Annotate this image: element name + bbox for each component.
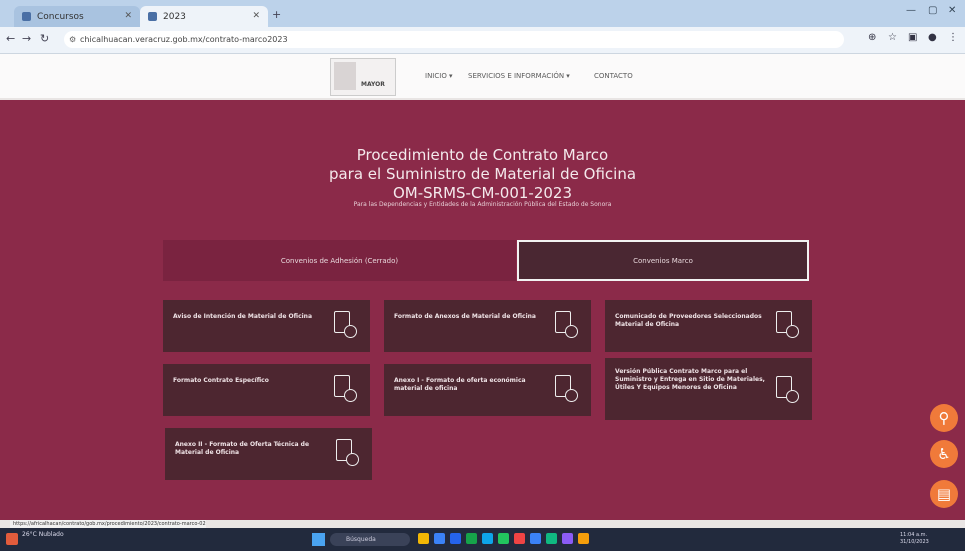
app-icon[interactable] (562, 533, 573, 544)
logo-text: MAYOR (361, 81, 385, 88)
site-info-icon[interactable]: ⚙ (69, 31, 76, 48)
weather-text: 26°C Nublado (22, 531, 64, 538)
forward-icon[interactable]: → (22, 32, 31, 45)
document-download-icon (555, 311, 578, 338)
document-download-icon (776, 376, 799, 403)
menu-icon[interactable]: ⋮ (948, 32, 958, 43)
file-explorer-icon[interactable] (418, 533, 429, 544)
new-tab-icon[interactable]: + (272, 8, 281, 21)
menu-item-inicio[interactable]: INICIO ▾ (425, 72, 453, 80)
card-label: Anexo II - Formato de Oferta Técnica de … (175, 441, 310, 456)
maximize-icon[interactable]: ▢ (928, 5, 937, 16)
site-header: MAYOR INICIO ▾ SERVICIOS E INFORMACIÓN ▾… (0, 54, 965, 98)
start-icon[interactable] (312, 533, 325, 546)
document-card[interactable]: Anexo II - Formato de Oferta Técnica de … (165, 428, 372, 480)
card-label: Versión Pública Contrato Marco para el S… (615, 368, 765, 391)
page-title-line-3: OM-SRMS-CM-001-2023 (392, 184, 573, 202)
url-text: chicalhuacan.veracruz.gob.mx/contrato-ma… (80, 35, 288, 44)
document-download-icon (776, 311, 799, 338)
document-card[interactable]: Formato de Anexos de Material de Oficina (384, 300, 591, 352)
card-label: Comunicado de Proveedores Seleccionados … (615, 313, 762, 328)
tab-label: 2023 (163, 11, 186, 22)
clock[interactable]: 11:04 a.m. 31/10/2023 (900, 532, 929, 546)
reload-icon[interactable]: ↻ (40, 32, 49, 45)
menu-item-contacto[interactable]: CONTACTO (594, 72, 633, 80)
close-tab-icon[interactable]: ✕ (252, 11, 260, 21)
minimize-icon[interactable]: — (906, 5, 916, 16)
tab-convenios-adhesion[interactable]: Convenios de Adhesión (Cerrado) (163, 240, 516, 281)
profile-icon[interactable]: ● (928, 32, 937, 43)
close-window-icon[interactable]: ✕ (948, 5, 956, 16)
app-icon[interactable] (434, 533, 445, 544)
tab-label: Concursos (37, 11, 84, 22)
page-subtitle: Para las Dependencias y Entidades de la … (353, 201, 612, 208)
taskbar: 26°C Nublado Búsqueda 11:04 a.m. 31/10/2… (0, 528, 965, 551)
site-logo[interactable]: MAYOR (330, 58, 396, 96)
app-icon[interactable] (578, 533, 589, 544)
card-label: Anexo I - Formato de oferta económica ma… (394, 377, 526, 392)
app-icon[interactable] (450, 533, 461, 544)
app-icon[interactable] (530, 533, 541, 544)
document-card[interactable]: Aviso de Intención de Material de Oficin… (163, 300, 370, 352)
favicon-icon (22, 12, 31, 21)
page-title-line-1: Procedimiento de Contrato Marco (356, 146, 609, 164)
app-icon[interactable] (514, 533, 525, 544)
seal-icon (334, 62, 356, 90)
app-icon[interactable] (466, 533, 477, 544)
app-icon[interactable] (498, 533, 509, 544)
zoom-icon[interactable]: ⊕ (868, 32, 876, 43)
taskbar-apps (418, 533, 589, 544)
extensions-icon[interactable]: ▣ (908, 32, 917, 43)
accessibility-icon[interactable]: ♿ (930, 440, 958, 468)
document-card[interactable]: Comunicado de Proveedores Seleccionados … (605, 300, 812, 352)
hero-section: Procedimiento de Contrato Marco para el … (0, 100, 965, 520)
search-icon[interactable]: ⚲ (930, 404, 958, 432)
taskbar-search[interactable]: Búsqueda (330, 533, 410, 546)
app-icon[interactable] (546, 533, 557, 544)
document-download-icon (334, 311, 357, 338)
card-label: Formato Contrato Específico (173, 377, 269, 384)
document-card[interactable]: Formato Contrato Específico (163, 364, 370, 416)
favicon-icon (148, 12, 157, 21)
document-download-icon (336, 439, 359, 466)
tab-convenios-marco[interactable]: Convenios Marco (517, 240, 809, 281)
status-url: https://africalhacan/contrato/gob.mx/pro… (10, 520, 206, 528)
page-title-line-2: para el Suministro de Material de Oficin… (328, 165, 637, 183)
url-field[interactable]: ⚙ chicalhuacan.veracruz.gob.mx/contrato-… (64, 31, 844, 48)
bookmark-icon[interactable]: ☆ (888, 32, 897, 43)
card-label: Formato de Anexos de Material de Oficina (394, 313, 536, 320)
app-icon[interactable] (482, 533, 493, 544)
address-bar-row: ← → ↻ ⚙ chicalhuacan.veracruz.gob.mx/con… (0, 27, 965, 54)
back-icon[interactable]: ← (6, 32, 15, 45)
browser-tab-2[interactable]: 2023 ✕ (140, 6, 268, 27)
document-card[interactable]: Versión Pública Contrato Marco para el S… (605, 358, 812, 420)
close-tab-icon[interactable]: ✕ (124, 11, 132, 21)
clock-date: 31/10/2023 (900, 539, 929, 545)
clock-time: 11:04 a.m. (900, 532, 928, 538)
browser-tab-1[interactable]: Concursos ✕ (14, 6, 140, 27)
chat-icon[interactable]: ▤ (930, 480, 958, 508)
document-download-icon (334, 375, 357, 402)
menu-item-servicios[interactable]: SERVICIOS E INFORMACIÓN ▾ (468, 72, 570, 80)
card-label: Aviso de Intención de Material de Oficin… (173, 313, 312, 320)
browser-tab-bar: Concursos ✕ 2023 ✕ + — ▢ ✕ (0, 0, 965, 27)
document-download-icon (555, 375, 578, 402)
document-card[interactable]: Anexo I - Formato de oferta económica ma… (384, 364, 591, 416)
weather-icon[interactable] (6, 533, 18, 545)
